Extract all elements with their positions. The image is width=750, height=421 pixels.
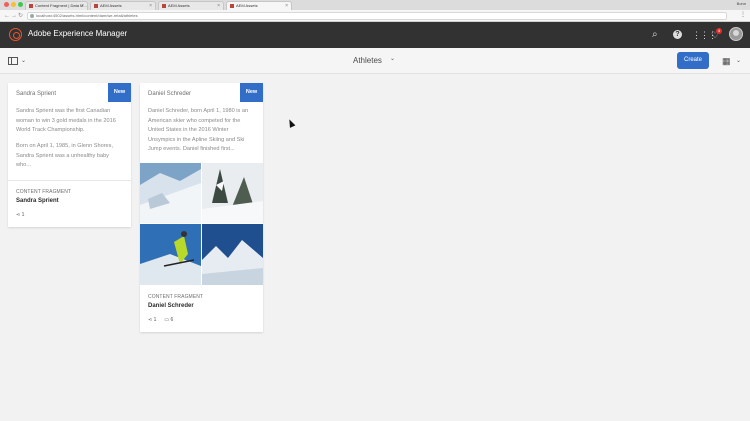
card-type-label: CONTENT FRAGMENT: [148, 294, 204, 300]
aem-logo-icon[interactable]: [9, 28, 22, 41]
asset-count: ▭ 6: [164, 317, 173, 323]
site-info-icon[interactable]: [30, 14, 34, 18]
browser-menu-icon[interactable]: ⋮: [740, 11, 746, 18]
minimize-window-icon[interactable]: [11, 2, 16, 7]
search-icon[interactable]: ⌕: [652, 30, 658, 40]
folder-title[interactable]: Athletes: [353, 56, 382, 65]
mouse-cursor: [286, 118, 296, 128]
close-window-icon[interactable]: [4, 2, 9, 7]
share-count-value: 1: [153, 317, 157, 323]
tab-favicon-icon: [230, 4, 234, 8]
card-title: Sandra Sprient: [16, 198, 59, 204]
content-fragment-card[interactable]: Sandra Sprient New Sandra Sprient was th…: [8, 83, 131, 227]
browser-tab[interactable]: Content Fragment | Data M… ×: [25, 1, 88, 10]
notification-count-badge: 4: [716, 28, 722, 34]
tab-label: AEM Assets: [236, 3, 258, 8]
share-count: ⋖ 1: [16, 212, 24, 218]
close-tab-icon[interactable]: ×: [149, 2, 152, 10]
view-switcher-icon[interactable]: ▦: [722, 57, 731, 66]
card-description: Daniel Schreder, born April 1, 1980 is a…: [148, 108, 249, 152]
asset-thumbnail: [140, 224, 201, 285]
window-controls[interactable]: [4, 2, 23, 7]
help-icon[interactable]: ?: [673, 30, 682, 39]
card-name: Sandra Sprient: [16, 91, 57, 97]
chevron-down-icon[interactable]: ⌄: [21, 57, 26, 64]
browser-address-bar: ← → ↻ localhost:4502/assets.html/content…: [0, 10, 750, 22]
chevron-down-icon[interactable]: ⌄: [736, 57, 741, 64]
card-title: Daniel Schreder: [148, 303, 194, 309]
share-icon: ⋖: [16, 212, 21, 218]
card-name: Daniel Schreder: [148, 91, 192, 97]
close-tab-icon[interactable]: ×: [81, 2, 84, 10]
maximize-window-icon[interactable]: [18, 2, 23, 7]
card-meta: ⋖ 1: [16, 212, 24, 218]
card-meta: ⋖ 1 ▭ 6: [148, 317, 173, 323]
close-tab-icon[interactable]: ×: [217, 2, 220, 10]
close-tab-icon[interactable]: ×: [285, 2, 288, 10]
create-button[interactable]: Create: [677, 52, 709, 69]
chevron-down-icon[interactable]: ⌄: [390, 55, 395, 62]
tab-favicon-icon: [29, 4, 33, 8]
url-text: localhost:4502/assets.html/content/dam/w…: [36, 13, 138, 18]
forward-icon[interactable]: →: [11, 12, 17, 20]
browser-tab-bar: Content Fragment | Data M… × AEM Assets × …: [0, 0, 750, 10]
divider: [8, 180, 131, 181]
user-avatar[interactable]: [729, 27, 743, 41]
asset-thumbnail: [202, 163, 263, 223]
browser-tab[interactable]: AEM Assets ×: [90, 1, 156, 10]
reload-icon[interactable]: ↻: [18, 12, 23, 20]
rail-toggle-icon[interactable]: [8, 57, 18, 65]
share-count-value: 1: [21, 212, 25, 218]
card-type-label: CONTENT FRAGMENT: [16, 189, 72, 195]
back-icon[interactable]: ←: [4, 12, 10, 20]
browser-tab-active[interactable]: AEM Assets ×: [226, 1, 292, 10]
action-bar: ⌄ Athletes ⌄: [0, 48, 750, 74]
card-description: Sandra Sprient was the first Canadian wo…: [16, 108, 116, 133]
image-icon: ▭: [164, 317, 170, 323]
share-count: ⋖ 1: [148, 317, 156, 323]
new-badge: New: [108, 83, 131, 102]
asset-thumbnail: [202, 224, 263, 285]
content-fragment-card[interactable]: Daniel Schreder New Daniel Schreder, bor…: [140, 83, 263, 332]
new-badge: New: [240, 83, 263, 102]
url-field[interactable]: localhost:4502/assets.html/content/dam/w…: [27, 12, 727, 20]
card-description: Born on April 1, 1985, in Glenn Shores, …: [16, 143, 114, 168]
asset-thumbnail: [140, 163, 201, 223]
tab-label: AEM Assets: [168, 3, 190, 8]
asset-count-value: 6: [170, 317, 174, 323]
aem-global-header: Adobe Experience Manager ⌕ ? ⋮⋮⋮ ♡ 4: [0, 22, 750, 48]
browser-user-name[interactable]: Bonn: [737, 1, 746, 6]
browser-tab[interactable]: AEM Assets ×: [158, 1, 224, 10]
share-icon: ⋖: [148, 317, 153, 323]
tab-label: AEM Assets: [100, 3, 122, 8]
product-title[interactable]: Adobe Experience Manager: [28, 29, 127, 38]
tab-favicon-icon: [94, 4, 98, 8]
tab-label: Content Fragment | Data M…: [35, 3, 88, 8]
tab-favicon-icon: [162, 4, 166, 8]
